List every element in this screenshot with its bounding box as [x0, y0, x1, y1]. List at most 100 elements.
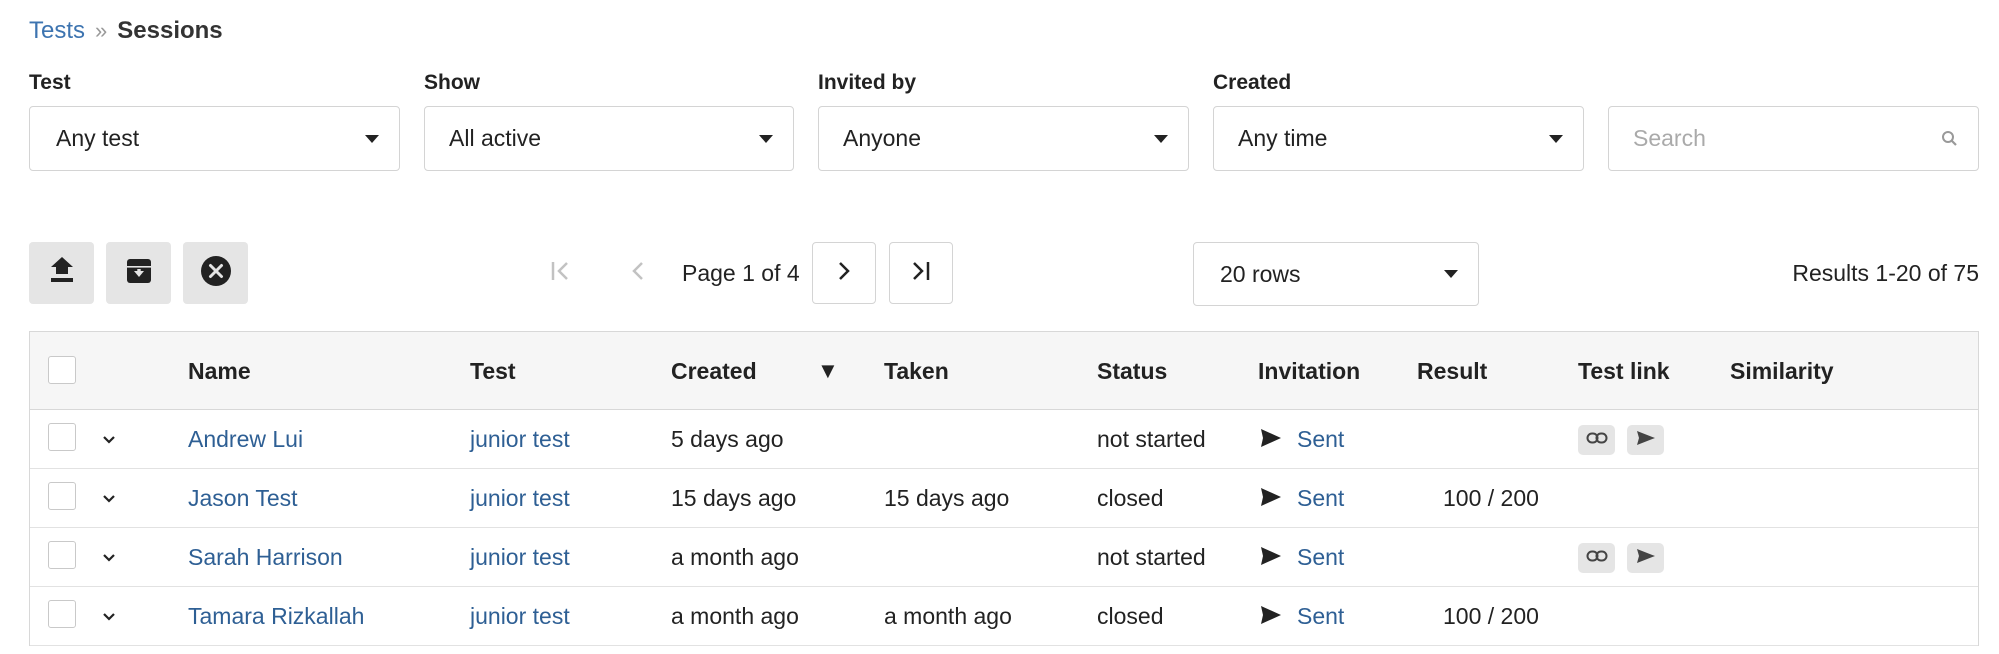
- upload-button[interactable]: [29, 242, 94, 304]
- table-row: Jason Test junior test 15 days ago 15 da…: [30, 469, 1978, 528]
- expand-row-icon[interactable]: [102, 609, 116, 627]
- result-cell: 100 / 200: [1443, 485, 1539, 511]
- test-name-link[interactable]: junior test: [470, 587, 570, 646]
- column-header-taken[interactable]: Taken: [884, 332, 949, 410]
- breadcrumb-separator: »: [95, 18, 108, 43]
- first-page-icon: [550, 260, 572, 287]
- invitation-status-link[interactable]: Sent: [1297, 528, 1344, 587]
- select-all-checkbox[interactable]: [48, 356, 76, 384]
- invitation-status-link[interactable]: Sent: [1297, 469, 1344, 528]
- row-checkbox[interactable]: [48, 541, 76, 569]
- send-link-button[interactable]: [1627, 425, 1664, 455]
- test-name-link[interactable]: junior test: [470, 469, 570, 528]
- close-circle-icon: [200, 255, 231, 291]
- sort-descending-icon[interactable]: ▼: [817, 332, 839, 410]
- candidate-name-link[interactable]: Jason Test: [188, 469, 298, 528]
- taken-cell: 15 days ago: [884, 485, 1010, 511]
- column-header-test-link[interactable]: Test link: [1578, 332, 1670, 410]
- expand-row-icon[interactable]: [102, 491, 116, 509]
- breadcrumb-current: Sessions: [117, 17, 223, 44]
- invited-by-filter-value: Anyone: [843, 125, 922, 151]
- result-cell: 100 / 200: [1443, 603, 1539, 629]
- results-count: Results 1-20 of 75: [1792, 260, 1979, 286]
- cancel-button[interactable]: [183, 242, 248, 304]
- copy-link-button[interactable]: [1578, 543, 1615, 573]
- link-icon: [1586, 431, 1608, 449]
- search-input[interactable]: [1633, 125, 1923, 152]
- created-filter-select[interactable]: Any time: [1213, 106, 1584, 171]
- column-header-status[interactable]: Status: [1097, 332, 1167, 410]
- created-filter-label: Created: [1213, 71, 1292, 94]
- created-cell: a month ago: [671, 603, 799, 629]
- send-icon: [1260, 428, 1282, 453]
- candidate-name-link[interactable]: Tamara Rizkallah: [188, 587, 364, 646]
- last-page-button[interactable]: [889, 242, 953, 304]
- upload-icon: [49, 256, 75, 290]
- previous-page-button[interactable]: [626, 242, 650, 304]
- invited-by-filter-label: Invited by: [818, 71, 917, 94]
- send-icon: [1636, 548, 1656, 569]
- expand-row-icon[interactable]: [102, 432, 116, 450]
- column-header-similarity[interactable]: Similarity: [1730, 332, 1834, 410]
- candidate-name-link[interactable]: Andrew Lui: [188, 410, 303, 469]
- status-cell: not started: [1097, 426, 1206, 452]
- chevron-down-icon: [1444, 270, 1458, 278]
- column-header-result[interactable]: Result: [1417, 332, 1487, 410]
- test-filter-label: Test: [29, 71, 71, 94]
- status-cell: closed: [1097, 485, 1164, 511]
- table-row: Andrew Lui junior test 5 days ago not st…: [30, 410, 1978, 469]
- test-filter-value: Any test: [56, 125, 140, 151]
- chevron-down-icon: [365, 134, 379, 143]
- search-field[interactable]: [1608, 106, 1979, 171]
- send-icon: [1260, 487, 1282, 512]
- column-header-created[interactable]: Created: [671, 332, 757, 410]
- show-filter-value: All active: [449, 125, 542, 151]
- invitation-status-link[interactable]: Sent: [1297, 587, 1344, 646]
- test-name-link[interactable]: junior test: [470, 528, 570, 587]
- table-row: Sarah Harrison junior test a month ago n…: [30, 528, 1978, 587]
- search-icon[interactable]: [1941, 130, 1958, 152]
- breadcrumb: Tests » Sessions: [29, 17, 223, 45]
- copy-link-button[interactable]: [1578, 425, 1615, 455]
- table-header: Name Test Created ▼ Taken Status Invitat…: [30, 332, 1978, 410]
- first-page-button[interactable]: [545, 242, 577, 304]
- created-filter-value: Any time: [1238, 125, 1328, 151]
- test-filter-select[interactable]: Any test: [29, 106, 400, 171]
- created-cell: a month ago: [671, 544, 799, 570]
- archive-button[interactable]: [106, 242, 171, 304]
- status-cell: not started: [1097, 544, 1206, 570]
- row-checkbox[interactable]: [48, 423, 76, 451]
- next-page-button[interactable]: [812, 242, 876, 304]
- show-filter-label: Show: [424, 71, 480, 94]
- chevron-right-icon: [837, 260, 851, 287]
- send-icon: [1260, 605, 1282, 630]
- column-header-name[interactable]: Name: [188, 332, 251, 410]
- column-header-invitation[interactable]: Invitation: [1258, 332, 1360, 410]
- row-checkbox[interactable]: [48, 600, 76, 628]
- chevron-down-icon: [1549, 134, 1563, 143]
- invited-by-filter-select[interactable]: Anyone: [818, 106, 1189, 171]
- sessions-table: Name Test Created ▼ Taken Status Invitat…: [29, 331, 1979, 646]
- test-name-link[interactable]: junior test: [470, 410, 570, 469]
- chevron-left-icon: [631, 260, 645, 287]
- invitation-status-link[interactable]: Sent: [1297, 410, 1344, 469]
- link-icon: [1586, 549, 1608, 567]
- send-icon: [1260, 546, 1282, 571]
- rows-per-page-value: 20 rows: [1220, 260, 1301, 287]
- row-checkbox[interactable]: [48, 482, 76, 510]
- status-cell: closed: [1097, 603, 1164, 629]
- created-cell: 15 days ago: [671, 485, 797, 511]
- column-header-test[interactable]: Test: [470, 332, 516, 410]
- send-link-button[interactable]: [1627, 543, 1664, 573]
- last-page-icon: [910, 260, 932, 287]
- archive-icon: [125, 257, 153, 290]
- candidate-name-link[interactable]: Sarah Harrison: [188, 528, 343, 587]
- page-indicator: Page 1 of 4: [682, 260, 800, 286]
- table-row: Tamara Rizkallah junior test a month ago…: [30, 587, 1978, 646]
- taken-cell: a month ago: [884, 603, 1012, 629]
- breadcrumb-tests-link[interactable]: Tests: [29, 17, 85, 45]
- rows-per-page-select[interactable]: 20 rows: [1193, 242, 1479, 306]
- send-icon: [1636, 430, 1656, 451]
- expand-row-icon[interactable]: [102, 550, 116, 568]
- show-filter-select[interactable]: All active: [424, 106, 794, 171]
